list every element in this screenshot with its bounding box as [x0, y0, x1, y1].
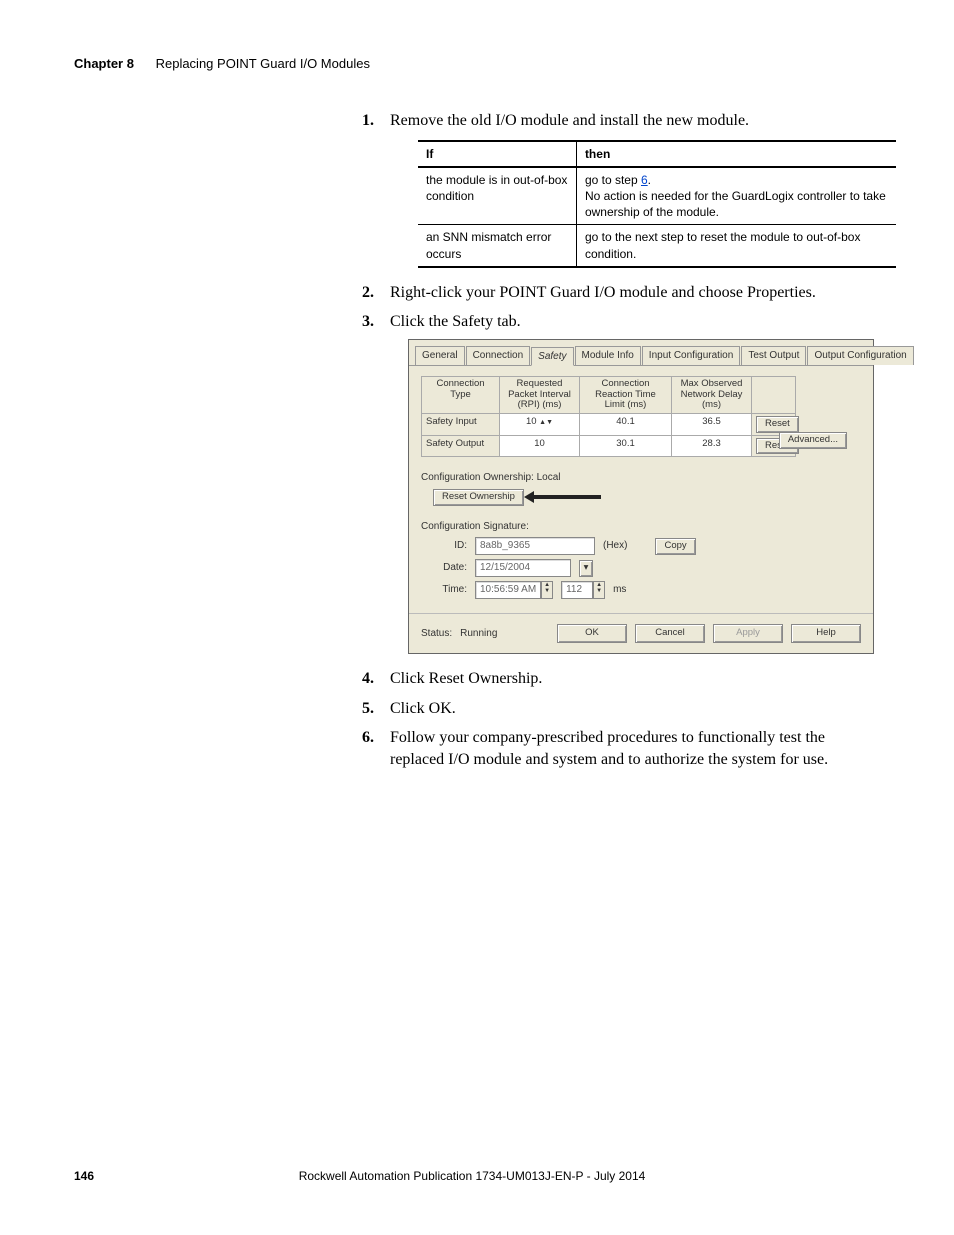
r1-prefix: go to step — [585, 173, 641, 187]
sig-date-row: Date: 12/15/2004 ▾ — [433, 559, 861, 577]
rpi-value: 10 — [526, 416, 537, 427]
spin-buttons-icon[interactable]: ▲▼ — [593, 581, 605, 599]
step-6: 6. Follow your company-prescribed proced… — [362, 727, 862, 770]
tab-module-info[interactable]: Module Info — [575, 346, 641, 366]
sig-time-row: Time: 10:56:59 AM ▲▼ 112 ▲▼ ms — [433, 581, 861, 599]
grid-row2-rpi: 10 — [500, 436, 580, 458]
connection-grid: Connection Type Requested Packet Interva… — [421, 376, 796, 457]
properties-dialog: General Connection Safety Module Info In… — [408, 339, 874, 654]
page-footer: 146 Rockwell Automation Publication 1734… — [74, 1169, 880, 1183]
r1-suffix: . — [648, 173, 651, 187]
grid-row2-crtl: 30.1 — [580, 436, 672, 458]
dialog-footer: Status: Running OK Cancel Apply Help — [409, 613, 873, 653]
step-number: 4. — [362, 668, 374, 690]
ok-button[interactable]: OK — [557, 624, 627, 643]
step-number: 6. — [362, 727, 374, 749]
sig-id-row: ID: 8a8b_9365 (Hex) Copy — [433, 537, 861, 555]
sig-date-field[interactable]: 12/15/2004 — [475, 559, 571, 577]
step-1: 1. Remove the old I/O module and install… — [362, 110, 862, 268]
cancel-button[interactable]: Cancel — [635, 624, 705, 643]
grid-hdr-mond: Max Observed Network Delay (ms) — [672, 377, 752, 413]
cell-then: go to the next step to reset the module … — [576, 225, 896, 267]
step-2: 2. Right-click your POINT Guard I/O modu… — [362, 282, 862, 304]
tab-connection[interactable]: Connection — [466, 346, 531, 366]
grid-hdr-rpi: Requested Packet Interval (RPI) (ms) — [500, 377, 580, 413]
tab-input-configuration[interactable]: Input Configuration — [642, 346, 741, 366]
step-3: 3. Click the Safety tab. General Connect… — [362, 311, 862, 654]
step-6-text: Follow your company-prescribed procedure… — [390, 729, 828, 768]
step-4-text: Click Reset Ownership. — [390, 670, 542, 687]
copy-button[interactable]: Copy — [655, 538, 695, 555]
tab-test-output[interactable]: Test Output — [741, 346, 806, 366]
cell-then: go to step 6. No action is needed for th… — [576, 167, 896, 225]
reset-ownership-button[interactable]: Reset Ownership — [433, 489, 524, 506]
callout-arrow-body — [531, 495, 601, 499]
table-row: an SNN mismatch error occurs go to the n… — [418, 225, 896, 267]
step-3-text: Click the Safety tab. — [390, 313, 521, 330]
tab-safety[interactable]: Safety — [531, 347, 573, 367]
sig-time-ms-unit: ms — [613, 583, 626, 597]
step-6-link[interactable]: 6 — [641, 173, 648, 187]
chapter-title: Replacing POINT Guard I/O Modules — [156, 56, 370, 71]
grid-row2-label: Safety Output — [422, 436, 500, 458]
table-row: the module is in out-of-box condition go… — [418, 167, 896, 225]
publication-info: Rockwell Automation Publication 1734-UM0… — [94, 1169, 850, 1183]
sig-time-label: Time: — [433, 583, 467, 597]
date-dropdown-icon[interactable]: ▾ — [579, 560, 593, 577]
step-number: 2. — [362, 282, 374, 304]
col-if: If — [418, 141, 576, 167]
step-4: 4. Click Reset Ownership. — [362, 668, 862, 690]
status-value: Running — [460, 627, 497, 641]
config-ownership-label: Configuration Ownership: Local — [421, 471, 861, 485]
grid-row1-crtl: 40.1 — [580, 414, 672, 436]
tab-general[interactable]: General — [415, 346, 465, 366]
spin-buttons-icon[interactable]: ▲▼ — [541, 581, 553, 599]
grid-row1-mond: 36.5 — [672, 414, 752, 436]
step-5: 5. Click OK. — [362, 698, 862, 720]
sig-time-ms-field[interactable]: 112 — [561, 581, 593, 599]
cell-if: an SNN mismatch error occurs — [418, 225, 576, 267]
step-number: 1. — [362, 110, 374, 132]
grid-hdr-conn-type: Connection Type — [422, 377, 500, 413]
cell-if: the module is in out-of-box condition — [418, 167, 576, 225]
tab-output-configuration[interactable]: Output Configuration — [807, 346, 913, 366]
grid-row1-label: Safety Input — [422, 414, 500, 436]
sig-id-label: ID: — [433, 539, 467, 553]
dialog-body: Connection Type Requested Packet Interva… — [409, 366, 873, 613]
content-body: 1. Remove the old I/O module and install… — [362, 110, 862, 778]
grid-row1-rpi[interactable]: 10 ▲▼ — [500, 414, 580, 436]
page-header: Chapter 8 Replacing POINT Guard I/O Modu… — [74, 56, 370, 71]
grid-row2-mond: 28.3 — [672, 436, 752, 458]
reset-button[interactable]: Reset — [756, 416, 799, 433]
grid-hdr-blank — [752, 377, 796, 413]
advanced-button[interactable]: Advanced... — [779, 432, 847, 449]
step-5-text: Click OK. — [390, 700, 456, 717]
step-number: 3. — [362, 311, 374, 333]
step-2-text: Right-click your POINT Guard I/O module … — [390, 284, 816, 301]
col-then: then — [576, 141, 896, 167]
step-1-text: Remove the old I/O module and install th… — [390, 112, 749, 129]
steps-list: 1. Remove the old I/O module and install… — [362, 110, 862, 770]
page-number: 146 — [74, 1169, 94, 1183]
chapter-label: Chapter 8 — [74, 56, 134, 71]
step-number: 5. — [362, 698, 374, 720]
sig-time-ms-spinner[interactable]: 112 ▲▼ — [561, 581, 605, 599]
status-label: Status: — [421, 627, 452, 641]
sig-id-hex: (Hex) — [603, 539, 627, 553]
help-button[interactable]: Help — [791, 624, 861, 643]
sig-date-label: Date: — [433, 561, 467, 575]
apply-button[interactable]: Apply — [713, 624, 783, 643]
dialog-tabs: General Connection Safety Module Info In… — [409, 340, 873, 367]
sig-time-field[interactable]: 10:56:59 AM — [475, 581, 541, 599]
config-signature-label: Configuration Signature: — [421, 520, 861, 534]
r1-line2: No action is needed for the GuardLogix c… — [585, 189, 886, 219]
sig-time-spinner[interactable]: 10:56:59 AM ▲▼ — [475, 581, 553, 599]
condition-table: If then the module is in out-of-box cond… — [418, 140, 896, 268]
sig-id-field[interactable]: 8a8b_9365 — [475, 537, 595, 555]
grid-hdr-crtl: Connection Reaction Time Limit (ms) — [580, 377, 672, 413]
